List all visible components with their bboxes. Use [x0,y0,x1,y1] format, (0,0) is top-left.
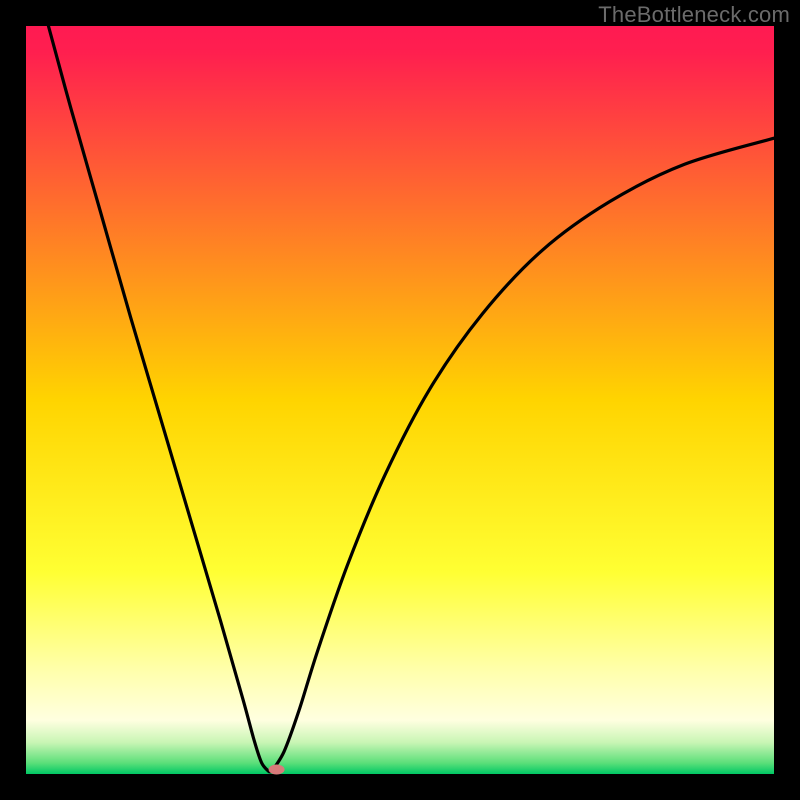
current-config-marker [269,765,285,775]
chart-frame: TheBottleneck.com [0,0,800,800]
bottleneck-chart [0,0,800,800]
plot-background [26,26,774,774]
watermark-text: TheBottleneck.com [598,2,790,28]
